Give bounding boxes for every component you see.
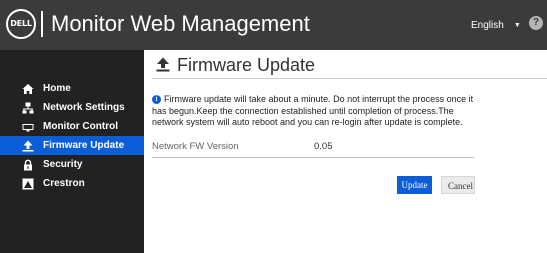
- info-text: Firmware update will take about a minute…: [152, 94, 474, 127]
- network-icon: [22, 102, 34, 113]
- fw-version-value: 0.05: [314, 141, 333, 152]
- sidebar-item-monitor-control[interactable]: Monitor Control: [0, 117, 144, 136]
- page-title: Firmware Update: [177, 55, 316, 75]
- crestron-icon: [22, 178, 34, 189]
- sidebar-item-label: Home: [43, 83, 71, 94]
- sidebar-item-network-settings[interactable]: Network Settings: [0, 98, 144, 117]
- sidebar: Home Network Settings Monitor Control Fi…: [0, 50, 144, 253]
- upload-icon: [22, 140, 34, 151]
- home-icon: [22, 83, 34, 94]
- app-title: Monitor Web Management: [51, 11, 310, 36]
- chevron-down-icon: ▼: [513, 21, 521, 29]
- sidebar-nav: Home Network Settings Monitor Control Fi…: [0, 79, 144, 193]
- logo-text: DELL: [10, 19, 32, 28]
- title-separator: [41, 11, 43, 37]
- monitor-icon: [22, 123, 34, 131]
- sidebar-item-crestron[interactable]: Crestron: [0, 174, 144, 193]
- language-select[interactable]: English ▼: [471, 17, 521, 33]
- lock-icon: [24, 159, 32, 170]
- language-value: English: [471, 19, 504, 31]
- sidebar-item-label: Firmware Update: [43, 140, 125, 151]
- sidebar-item-security[interactable]: Security: [0, 155, 144, 174]
- cancel-button[interactable]: Cancel: [441, 176, 475, 194]
- upload-icon: [156, 57, 170, 72]
- top-header: DELL Monitor Web Management English ▼ ?: [0, 0, 547, 50]
- sidebar-item-label: Network Settings: [43, 102, 125, 113]
- sidebar-item-home[interactable]: Home: [0, 79, 144, 98]
- help-icon[interactable]: ?: [529, 16, 543, 30]
- dell-logo: DELL: [6, 9, 36, 39]
- info-message: Firmware update will take about a minute…: [152, 94, 482, 129]
- title-divider: [152, 78, 547, 79]
- sidebar-item-label: Security: [43, 159, 83, 170]
- update-button[interactable]: Update: [397, 176, 432, 194]
- fw-version-label: Network FW Version: [152, 141, 239, 152]
- sidebar-item-label: Monitor Control: [43, 121, 118, 132]
- sidebar-item-label: Crestron: [43, 178, 85, 189]
- fw-divider: [152, 157, 474, 158]
- sidebar-item-firmware-update[interactable]: Firmware Update: [0, 136, 144, 155]
